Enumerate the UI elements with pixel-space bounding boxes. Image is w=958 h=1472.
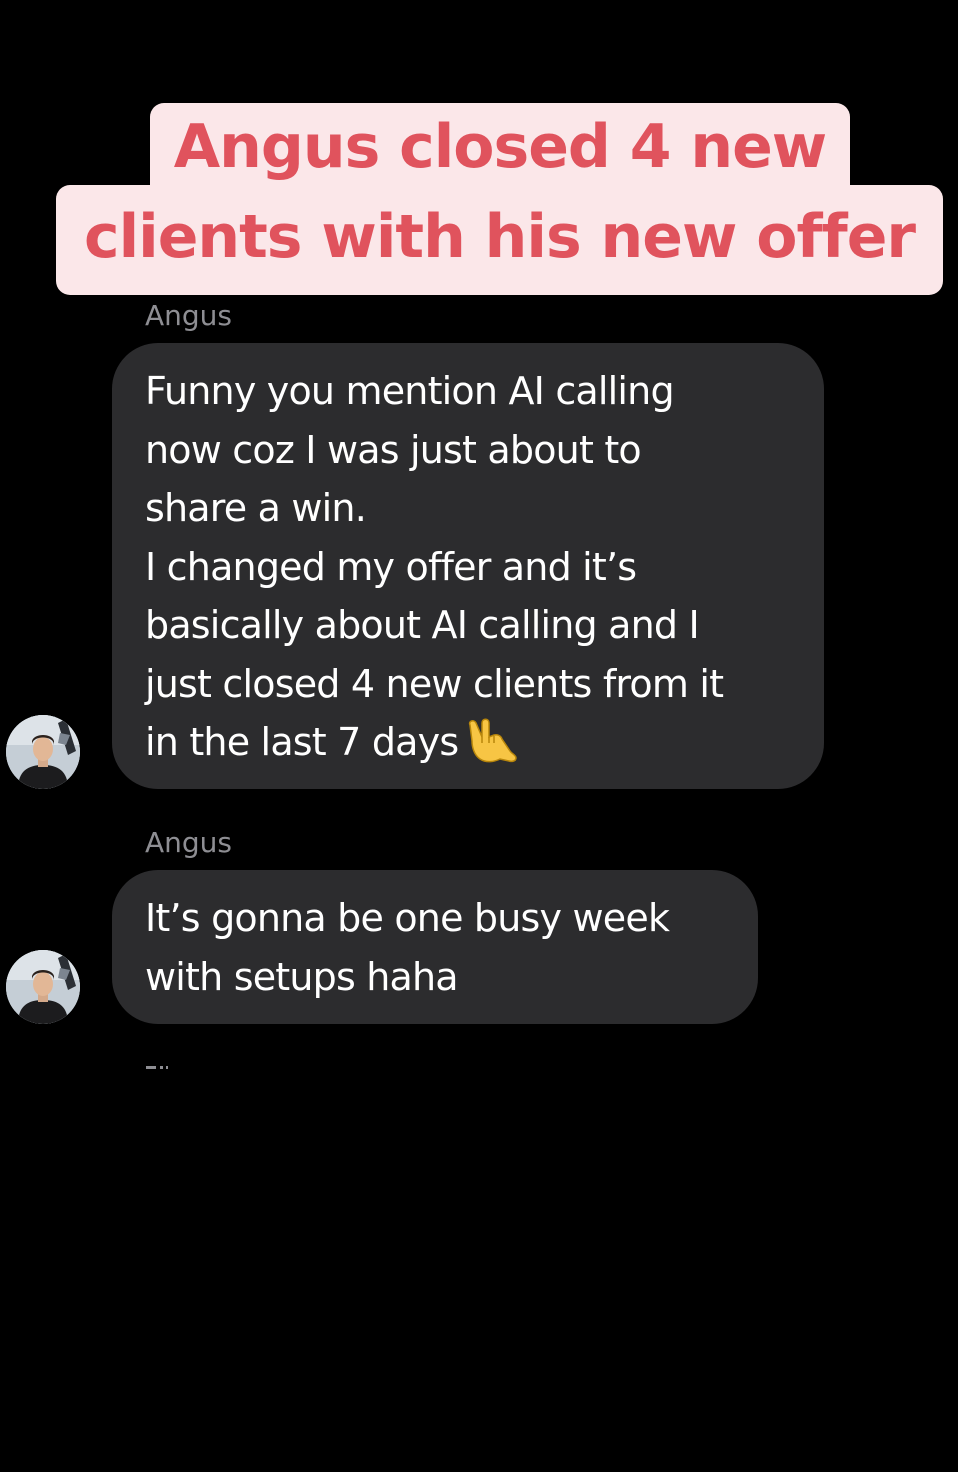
- caption-line-2: clients with his new offer: [56, 185, 943, 295]
- message-line: I changed my offer and it’s: [145, 544, 637, 589]
- message-line: Funny you mention AI calling: [145, 369, 675, 413]
- message-line-with-emoji: in the last 7 days: [145, 713, 794, 772]
- message-bubble[interactable]: It’s gonna be one busy week with setups …: [112, 870, 758, 1024]
- caption-line-1: Angus closed 4 new: [150, 103, 850, 187]
- message-line: basically about AI calling and I: [145, 603, 700, 647]
- message-line: in the last 7 days: [145, 720, 459, 764]
- message-line: share a win.: [145, 486, 367, 530]
- sender-name: Angus: [145, 826, 233, 859]
- sender-name: Angus: [145, 299, 233, 332]
- cut-off-sender-label: [146, 1066, 168, 1070]
- message-line: It’s gonna be one busy week: [145, 896, 670, 940]
- call-me-hand-icon: [469, 718, 518, 763]
- avatar-photo-icon: [6, 715, 80, 789]
- avatar-photo-icon: [6, 950, 80, 1024]
- message-line: with setups haha: [145, 954, 459, 999]
- message-line: now coz I was just about to: [145, 427, 642, 472]
- avatar[interactable]: [6, 950, 80, 1024]
- message-bubble[interactable]: Funny you mention AI calling now coz I w…: [112, 343, 824, 789]
- avatar[interactable]: [6, 715, 80, 789]
- message-line: just closed 4 new clients from it: [145, 661, 724, 706]
